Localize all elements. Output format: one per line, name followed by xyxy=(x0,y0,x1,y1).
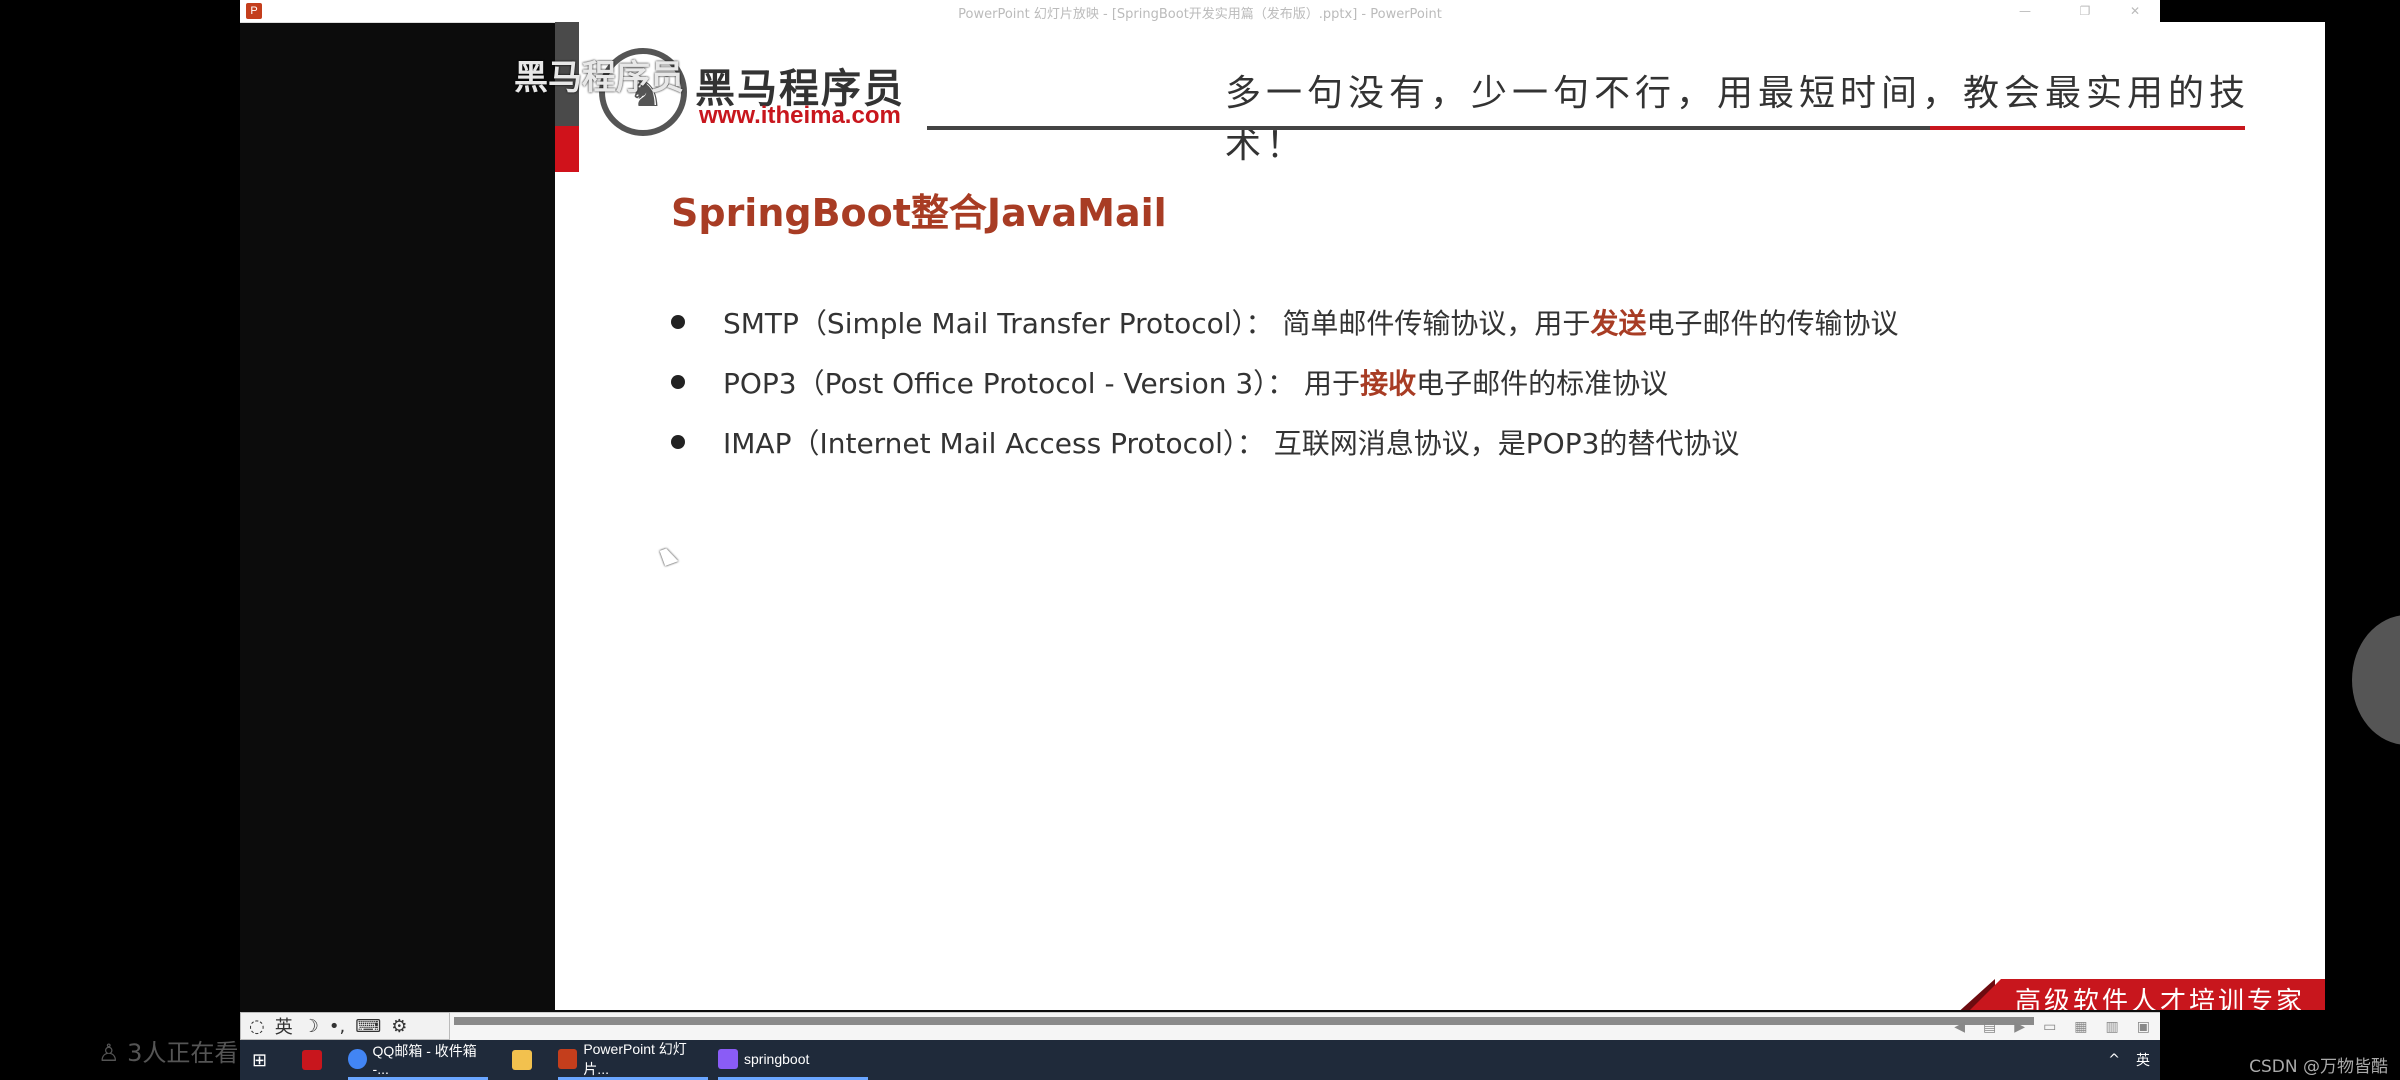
folder-icon xyxy=(512,1050,532,1070)
taskbar: ⊞ QQ邮箱 - 收件箱 -... PowerPoint 幻灯片... spri… xyxy=(240,1040,2160,1080)
tray-caret-icon[interactable]: ^ xyxy=(2108,1052,2120,1068)
bullet-dot-icon xyxy=(671,315,685,329)
bullet-emphasis: 接收 xyxy=(1360,367,1417,400)
ime-logo-icon[interactable]: ◌ xyxy=(249,1016,265,1037)
slide-title: SpringBoot整合JavaMail xyxy=(671,191,1167,235)
ime-mode[interactable]: 英 xyxy=(275,1013,293,1039)
csdn-watermark: CSDN @万物皆酷 xyxy=(2249,1057,2388,1077)
bullet-text: SMTP（Simple Mail Transfer Protocol）： 简单邮… xyxy=(723,307,1591,340)
taskbar-item-label: PowerPoint 幻灯片... xyxy=(583,1040,687,1077)
powerpoint-window: P PowerPoint 幻灯片放映 - [SpringBoot开发实用篇（发布… xyxy=(240,0,2325,1080)
taskbar-item-qqmail[interactable]: QQ邮箱 - 收件箱 -... xyxy=(348,1040,488,1080)
bullet-text: POP3（Post Office Protocol - Version 3）： … xyxy=(723,367,1361,400)
bullet-pop3: POP3（Post Office Protocol - Version 3）： … xyxy=(671,352,1898,412)
close-button[interactable]: ✕ xyxy=(2120,2,2150,20)
slide-sorter-icon[interactable]: ▦ xyxy=(2074,1019,2087,1035)
bullet-text-tail: 电子邮件的标准协议 xyxy=(1416,367,1669,400)
minimize-button[interactable]: — xyxy=(2010,2,2040,20)
bullet-text: IMAP（Internet Mail Access Protocol）： 互联网… xyxy=(723,427,1740,460)
punctuation-icon[interactable]: •, xyxy=(329,1016,345,1037)
taskbar-item-label: springboot xyxy=(744,1050,810,1067)
bullet-dot-icon xyxy=(671,435,685,449)
slide-progress-bar[interactable] xyxy=(454,1017,2034,1025)
menu-icon[interactable]: ▤ xyxy=(1983,1019,1996,1035)
restore-button[interactable]: ❐ xyxy=(2070,2,2100,20)
bullet-smtp: SMTP（Simple Mail Transfer Protocol）： 简单邮… xyxy=(671,292,1898,352)
logo-url: www.itheima.com xyxy=(699,102,901,129)
chrome-icon xyxy=(348,1048,367,1069)
slideshow-view-icon[interactable]: ▣ xyxy=(2137,1019,2150,1035)
footer-text: 高级软件人才培训专家 xyxy=(2014,987,2305,1010)
reading-view-icon[interactable]: ▥ xyxy=(2106,1019,2119,1035)
taskbar-item-label: QQ邮箱 - 收件箱 -... xyxy=(372,1042,477,1077)
prev-slide-icon[interactable]: ◀ xyxy=(1954,1019,1965,1035)
title-bar: P PowerPoint 幻灯片放映 - [SpringBoot开发实用篇（发布… xyxy=(240,0,2160,23)
bullet-imap: IMAP（Internet Mail Access Protocol）： 互联网… xyxy=(671,412,1898,472)
window-title: PowerPoint 幻灯片放映 - [SpringBoot开发实用篇（发布版）… xyxy=(958,7,1442,22)
slideshow-status-bar: ◀ ▤ ▶ ▭ ▦ ▥ ▣ xyxy=(450,1012,2160,1040)
floating-button[interactable] xyxy=(2352,615,2400,745)
taskbar-item-powerpoint[interactable]: PowerPoint 幻灯片... xyxy=(558,1040,708,1080)
slide[interactable]: ♞ 黑马程序员 www.itheima.com 多一句没有，少一句不行，用最短时… xyxy=(555,22,2325,1010)
header-divider-accent xyxy=(1930,126,2245,130)
viewer-count: ♙ 3人正在看 xyxy=(98,1033,238,1068)
viewers-icon: ♙ xyxy=(98,1039,120,1067)
taskbar-app-red[interactable] xyxy=(302,1040,328,1080)
normal-view-icon[interactable]: ▭ xyxy=(2043,1019,2056,1035)
ime-toolbar[interactable]: ◌ 英 ☽ •, ⌨ ⚙ xyxy=(240,1012,450,1040)
bullet-text-tail: 电子邮件的传输协议 xyxy=(1646,307,1899,340)
keyboard-icon[interactable]: ⌨ xyxy=(355,1016,381,1037)
viewer-count-text: 3人正在看 xyxy=(127,1039,239,1067)
start-button[interactable]: ⊞ xyxy=(252,1040,267,1080)
footer-banner: 高级软件人才培训专家 xyxy=(1965,979,2325,1010)
watermark: 黑马程序员 xyxy=(514,58,684,98)
taskbar-item-explorer[interactable] xyxy=(512,1040,538,1080)
bullet-list: SMTP（Simple Mail Transfer Protocol）： 简单邮… xyxy=(671,292,1898,472)
decor-bar-red xyxy=(555,126,579,172)
app-icon xyxy=(302,1050,322,1070)
bullet-emphasis: 发送 xyxy=(1590,307,1647,340)
intellij-icon xyxy=(718,1048,738,1069)
system-tray: ^ 英 xyxy=(2108,1040,2150,1080)
settings-icon[interactable]: ⚙ xyxy=(391,1016,407,1037)
bullet-dot-icon xyxy=(671,375,685,389)
view-controls: ◀ ▤ ▶ ▭ ▦ ▥ ▣ xyxy=(1954,1019,2150,1035)
powerpoint-icon xyxy=(558,1048,578,1069)
moon-icon[interactable]: ☽ xyxy=(303,1016,319,1037)
slogan: 多一句没有，少一句不行，用最短时间，教会最实用的技术！ xyxy=(1225,73,2251,166)
tray-lang[interactable]: 英 xyxy=(2136,1050,2150,1070)
windows-icon: ⊞ xyxy=(252,1049,268,1070)
taskbar-item-springboot[interactable]: springboot xyxy=(718,1040,868,1080)
next-slide-icon[interactable]: ▶ xyxy=(2014,1019,2025,1035)
